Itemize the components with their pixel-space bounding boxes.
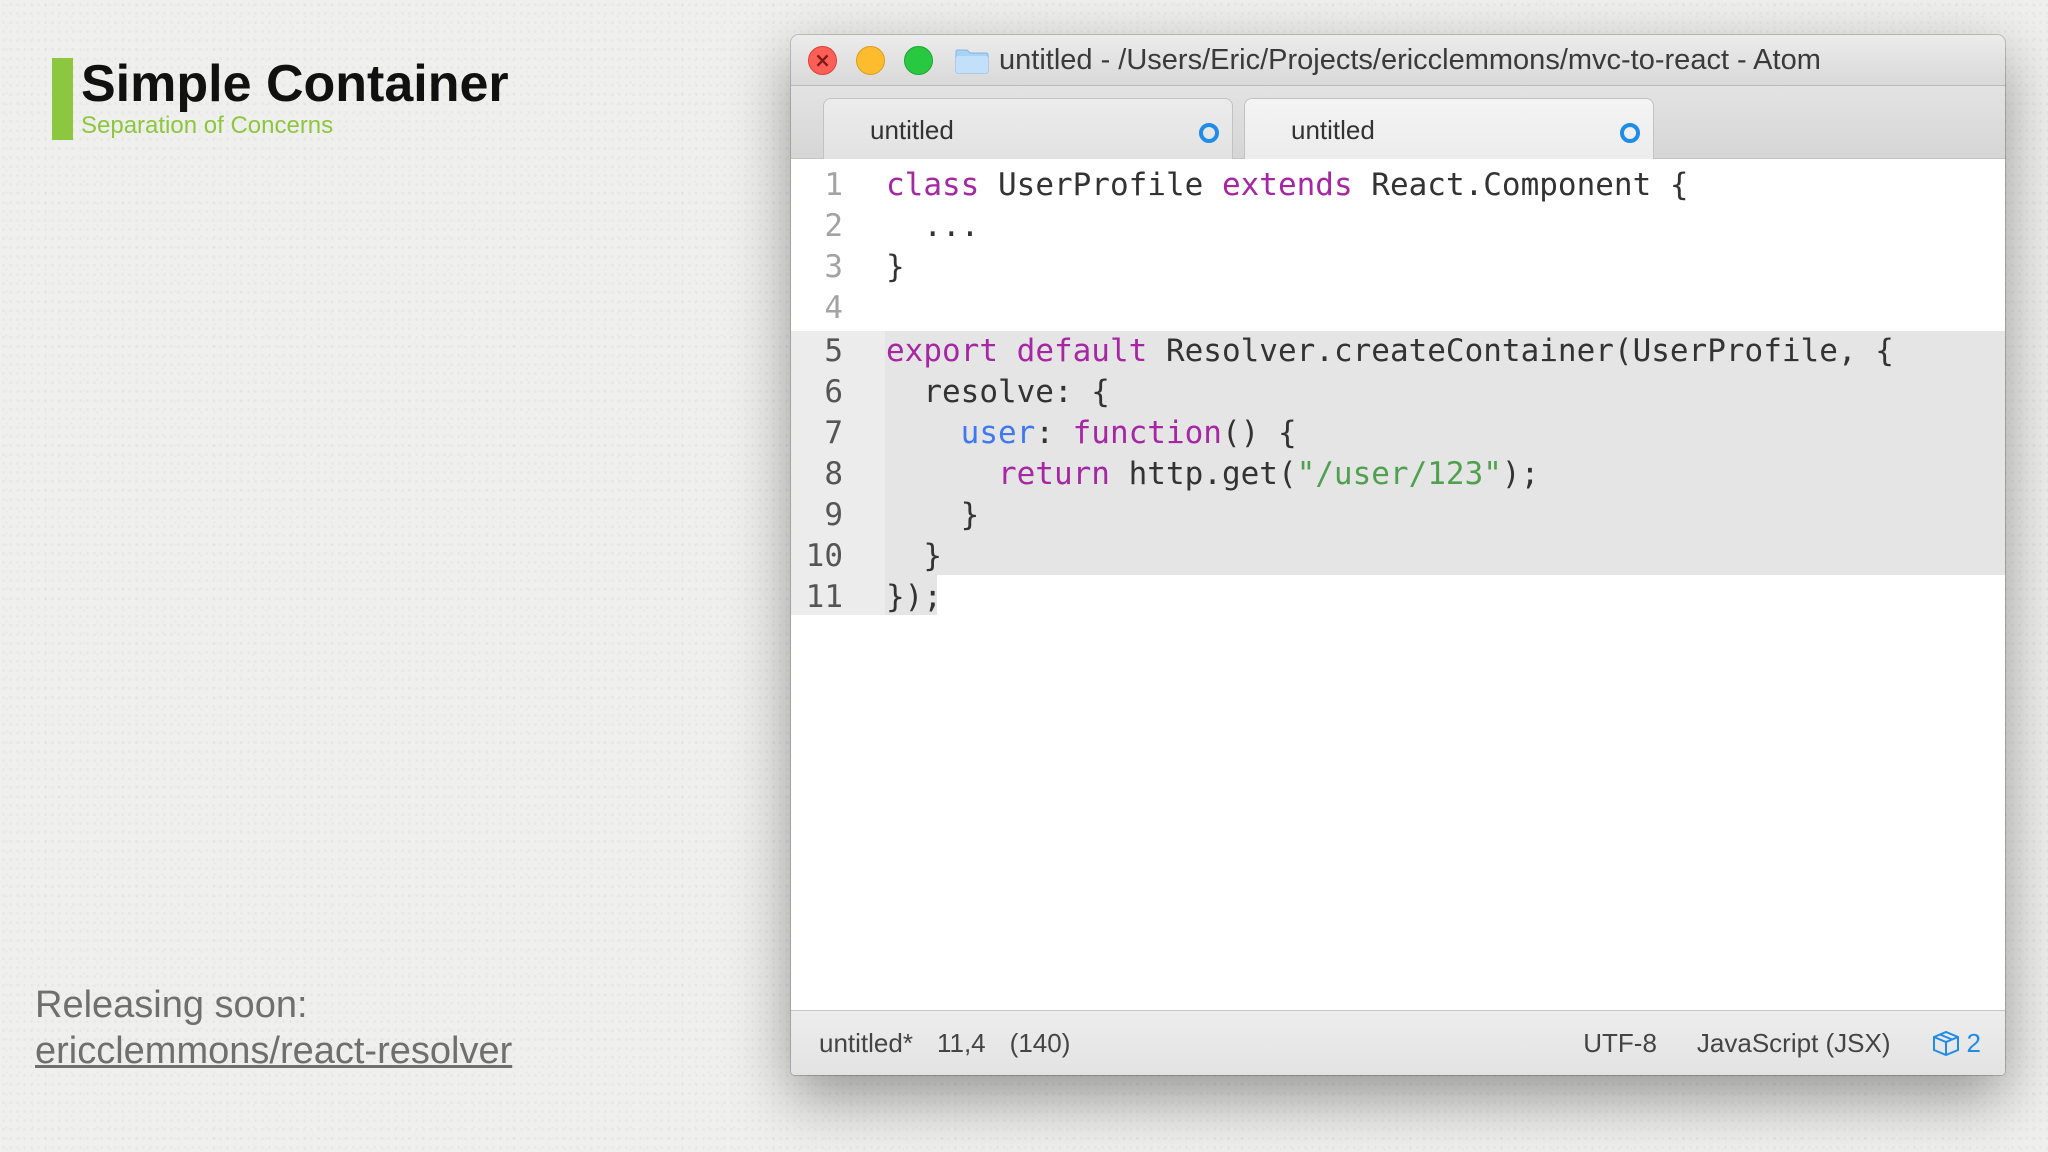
code-line: 11 }); (791, 577, 942, 617)
status-selection: (140) (1009, 1027, 1071, 1058)
modified-dot-icon[interactable] (1199, 123, 1219, 143)
editor[interactable]: 1 class UserProfile extends React.Compon… (791, 159, 2005, 1009)
line-number: 2 (824, 208, 843, 244)
minimize-button[interactable] (856, 45, 885, 75)
code-text: return http.get("/user/123"); (997, 456, 1540, 492)
code-line: 10 } (791, 536, 942, 576)
status-bar: untitled* 11,4 (140) UTF-8 JavaScript (J… (791, 1010, 2005, 1075)
release-note: Releasing soon: ericclemmons/react-resol… (35, 982, 512, 1074)
code-text: } (886, 249, 905, 285)
status-cursor[interactable]: 11,4 (937, 1028, 986, 1059)
code-line: 2 ... (791, 206, 979, 246)
status-grammar[interactable]: JavaScript (JSX) (1697, 1028, 1891, 1059)
code-line: 8 return http.get("/user/123"); (791, 454, 1539, 494)
status-encoding[interactable]: UTF-8 (1583, 1028, 1657, 1059)
line-number: 5 (824, 333, 843, 369)
code-line: 6 resolve: { (791, 372, 1110, 412)
atom-window: × untitled - /Users/Eric/Projects/ericcl… (791, 35, 2005, 1075)
code-line: 7 user: function() { (791, 413, 1296, 453)
line-number: 9 (824, 497, 843, 533)
package-updates[interactable]: 2 (1931, 1028, 1981, 1059)
code-text: resolve: { (886, 374, 1110, 410)
package-count: 2 (1966, 1027, 1981, 1058)
slide-header: Simple Container Separation of Concerns (52, 55, 509, 140)
code-line: 1 class UserProfile extends React.Compon… (791, 165, 1688, 205)
code-text: export default Resolver.createContainer(… (886, 333, 1894, 369)
line-number: 1 (824, 167, 843, 203)
close-icon: × (814, 47, 831, 72)
status-left: untitled* 11,4 (140) (819, 1028, 1070, 1059)
line-number: 10 (805, 538, 843, 574)
slide-subtitle: Separation of Concerns (81, 112, 334, 139)
code-text: class UserProfile extends React.Componen… (886, 167, 1689, 203)
code-line: 3 } (791, 247, 904, 287)
release-text: Releasing soon: (35, 984, 308, 1026)
window-title: untitled - /Users/Eric/Projects/ericclem… (999, 43, 1821, 76)
line-number: 4 (824, 290, 843, 326)
tab-label: untitled (1291, 115, 1375, 145)
tab-untitled-1[interactable]: untitled (823, 98, 1233, 159)
code-line: 5 export default Resolver.createContaine… (791, 331, 1894, 371)
tab-bar: untitled untitled (791, 86, 2005, 159)
code-text: ... (886, 208, 980, 244)
code-text: } (886, 497, 980, 533)
traffic-lights: × (808, 45, 933, 75)
modified-dot-icon[interactable] (1620, 123, 1640, 143)
status-right: UTF-8 JavaScript (JSX) 2 (1583, 1028, 1981, 1059)
code-line: 4 (791, 288, 843, 328)
code-text: } (886, 538, 942, 574)
accent-bar (52, 58, 73, 140)
slide-title: Simple Container (81, 55, 509, 113)
line-number: 11 (805, 579, 843, 615)
titlebar: × untitled - /Users/Eric/Projects/ericcl… (791, 35, 2005, 86)
status-file[interactable]: untitled* (819, 1028, 913, 1059)
package-icon (1932, 1030, 1959, 1056)
line-number: 7 (824, 415, 843, 451)
release-link[interactable]: ericclemmons/react-resolver (35, 1028, 512, 1074)
tab-untitled-2[interactable]: untitled (1244, 98, 1654, 159)
line-number: 6 (824, 374, 843, 410)
line-number: 3 (824, 249, 843, 285)
code-text: user: function() { (960, 415, 1297, 451)
folder-icon (955, 48, 989, 74)
tab-label: untitled (870, 115, 954, 145)
code-text: }); (886, 579, 942, 615)
maximize-button[interactable] (904, 45, 933, 75)
line-number: 8 (824, 456, 843, 492)
code-line: 9 } (791, 495, 979, 535)
header-text: Simple Container Separation of Concerns (81, 55, 509, 140)
close-button[interactable]: × (808, 45, 837, 75)
